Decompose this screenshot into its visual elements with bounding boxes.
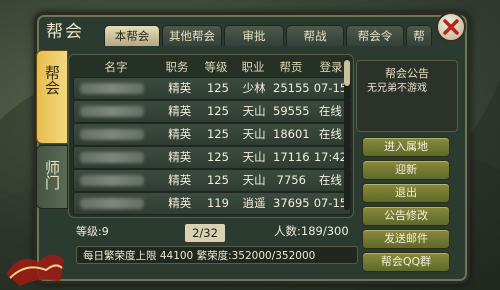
member-list: 名字 职务 等级 职业 帮贡 登录 精英 125 少林 25155 07-15 … [68, 54, 354, 218]
cell-position: 精英 [168, 127, 192, 141]
welcome-newbie-button[interactable]: 迎新 [362, 160, 450, 180]
guild-qq-group-button[interactable]: 帮会QQ群 [362, 252, 450, 272]
table-header: 名字 职务 等级 职业 帮贡 登录 [69, 59, 353, 75]
enter-territory-button[interactable]: 进入属地 [362, 137, 450, 157]
cell-level: 125 [206, 173, 229, 187]
header-class: 职业 [241, 60, 265, 74]
cell-contribution: 59555 [273, 104, 310, 118]
cell-position: 精英 [168, 150, 192, 164]
cell-position: 精英 [168, 81, 192, 95]
send-mail-button[interactable]: 发送邮件 [362, 229, 450, 249]
member-list-scrollbar[interactable] [344, 58, 350, 210]
table-row[interactable]: 精英 125 天山 17116 17:42 [73, 146, 351, 169]
cell-position: 精英 [168, 196, 192, 210]
window-title: 帮会 [46, 22, 84, 42]
quit-guild-button[interactable]: 退出 [362, 183, 450, 203]
close-button[interactable] [436, 12, 466, 42]
guild-level: 等级:9 [76, 225, 109, 238]
tab-guild-war[interactable]: 帮战 [286, 25, 344, 46]
member-name-blurred [74, 101, 160, 122]
tab-guild-order[interactable]: 帮会令 [346, 25, 404, 46]
member-name-blurred [74, 78, 160, 99]
member-name-blurred [74, 170, 160, 191]
cell-class: 逍遥 [242, 196, 266, 210]
game-logo [6, 254, 64, 286]
cell-position: 精英 [168, 104, 192, 118]
cell-level: 119 [206, 196, 229, 210]
table-row[interactable]: 精英 125 天山 7756 在线 [73, 169, 351, 192]
cell-contribution: 18601 [273, 127, 310, 141]
tab-more[interactable]: 帮 [406, 25, 432, 46]
cell-contribution: 17116 [273, 150, 310, 164]
page-indicator: 2/32 [184, 223, 226, 243]
member-name-blurred [74, 147, 160, 168]
table-row[interactable]: 精英 125 天山 18601 在线 [73, 123, 351, 146]
cell-position: 精英 [168, 173, 192, 187]
cell-contribution: 37695 [273, 196, 310, 210]
cell-level: 125 [206, 150, 229, 164]
member-count: 人数:189/300 [274, 224, 349, 238]
cell-contribution: 25155 [273, 81, 310, 95]
tab-my-guild[interactable]: 本帮会 [104, 25, 160, 46]
tab-bar: 本帮会 其他帮会 审批 帮战 帮会令 帮 [104, 25, 434, 46]
table-row[interactable]: 精英 119 逍遥 37695 07-15 [73, 192, 351, 215]
cell-contribution: 7756 [276, 173, 306, 187]
header-contribution: 帮贡 [279, 60, 303, 74]
sidetab-guild[interactable]: 帮会 [36, 50, 68, 144]
member-name-blurred [74, 193, 160, 214]
tab-other-guilds[interactable]: 其他帮会 [162, 25, 222, 46]
notice-body: 无兄弟不游戏 [367, 83, 427, 94]
cell-class: 天山 [242, 104, 266, 118]
tab-approval[interactable]: 审批 [224, 25, 284, 46]
cell-level: 125 [206, 127, 229, 141]
cell-level: 125 [206, 104, 229, 118]
cell-class: 少林 [242, 81, 266, 95]
table-row[interactable]: 精英 125 天山 59555 在线 [73, 100, 351, 123]
cell-class: 天山 [242, 150, 266, 164]
cell-level: 125 [206, 81, 229, 95]
cell-class: 天山 [242, 173, 266, 187]
edit-notice-button[interactable]: 公告修改 [362, 206, 450, 226]
close-icon [443, 19, 459, 35]
header-name: 名字 [104, 60, 128, 74]
cell-class: 天山 [242, 127, 266, 141]
sidetab-mentor[interactable]: 师门 [36, 145, 68, 209]
prosperity-status: 每日繁荣度上限 44100 繁荣度:352000/352000 [76, 246, 358, 264]
guild-notice: 帮会公告 无兄弟不游戏 [356, 60, 458, 132]
scrollbar-thumb[interactable] [344, 60, 350, 86]
member-name-blurred [74, 124, 160, 145]
pager: 2/32 [160, 222, 248, 243]
header-level: 等级 [204, 60, 228, 74]
table-row[interactable]: 精英 125 少林 25155 07-15 [73, 77, 351, 100]
header-position: 职务 [165, 60, 189, 74]
